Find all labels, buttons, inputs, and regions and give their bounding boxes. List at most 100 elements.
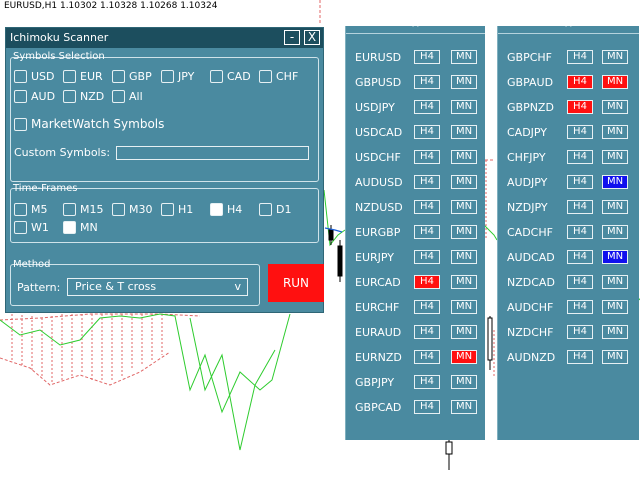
checkbox-box[interactable] — [161, 70, 174, 83]
signal-h4-button[interactable]: H4 — [414, 75, 440, 89]
timeframe-checkbox-h4[interactable]: H4 — [210, 203, 242, 216]
symbol-name[interactable]: EURNZD — [355, 351, 402, 364]
symbol-name[interactable]: GBPAUD — [507, 76, 553, 89]
signal-h4-button[interactable]: H4 — [414, 175, 440, 189]
pattern-select[interactable]: Price & T cross v — [67, 278, 248, 296]
symbol-name[interactable]: GBPJPY — [355, 376, 394, 389]
signal-h4-button[interactable]: H4 — [567, 200, 593, 214]
symbol-name[interactable]: NZDCHF — [507, 326, 554, 339]
checkbox-box[interactable] — [259, 203, 272, 216]
signal-mn-button[interactable]: MN — [451, 100, 477, 114]
currency-checkbox-aud[interactable]: AUD — [14, 90, 55, 103]
signal-mn-button[interactable]: MN — [451, 175, 477, 189]
signal-mn-button[interactable]: MN — [602, 325, 628, 339]
signal-mn-button[interactable]: MN — [602, 200, 628, 214]
checkbox-box[interactable] — [63, 70, 76, 83]
signal-h4-button[interactable]: H4 — [414, 200, 440, 214]
symbol-name[interactable]: EURAUD — [355, 326, 401, 339]
timeframe-checkbox-mn[interactable]: MN — [63, 221, 98, 234]
currency-checkbox-jpy[interactable]: JPY — [161, 70, 194, 83]
signal-h4-button[interactable]: H4 — [567, 300, 593, 314]
currency-checkbox-cad[interactable]: CAD — [210, 70, 251, 83]
symbol-name[interactable]: CADJPY — [507, 126, 547, 139]
symbol-name[interactable]: USDCHF — [355, 151, 401, 164]
signal-mn-button[interactable]: MN — [451, 400, 477, 414]
checkbox-box[interactable] — [14, 203, 27, 216]
symbol-name[interactable]: AUDCHF — [507, 301, 553, 314]
minimize-button[interactable]: - — [284, 30, 300, 45]
marketwatch-checkbox[interactable]: MarketWatch Symbols — [14, 117, 164, 131]
signal-mn-button[interactable]: MN — [451, 125, 477, 139]
signal-mn-button[interactable]: MN — [451, 275, 477, 289]
signal-mn-button[interactable]: MN — [602, 100, 628, 114]
signal-mn-button[interactable]: MN — [602, 50, 628, 64]
signal-h4-button[interactable]: H4 — [567, 100, 593, 114]
signal-mn-button[interactable]: MN — [602, 250, 628, 264]
signal-h4-button[interactable]: H4 — [414, 100, 440, 114]
signal-mn-button[interactable]: MN — [451, 225, 477, 239]
signal-h4-button[interactable]: H4 — [567, 125, 593, 139]
signal-mn-button[interactable]: MN — [602, 350, 628, 364]
checkbox-box[interactable] — [112, 70, 125, 83]
checkbox-box[interactable] — [161, 203, 174, 216]
symbol-name[interactable]: NZDUSD — [355, 201, 403, 214]
signal-h4-button[interactable]: H4 — [567, 175, 593, 189]
timeframe-checkbox-m30[interactable]: M30 — [112, 203, 153, 216]
signal-h4-button[interactable]: H4 — [414, 350, 440, 364]
signal-h4-button[interactable]: H4 — [414, 275, 440, 289]
timeframe-checkbox-w1[interactable]: W1 — [14, 221, 49, 234]
timeframe-checkbox-m5[interactable]: M5 — [14, 203, 48, 216]
signal-h4-button[interactable]: H4 — [567, 75, 593, 89]
symbol-name[interactable]: NZDJPY — [507, 201, 548, 214]
checkbox-box[interactable] — [63, 221, 76, 234]
symbol-name[interactable]: AUDJPY — [507, 176, 547, 189]
signal-mn-button[interactable]: MN — [602, 175, 628, 189]
signal-h4-button[interactable]: H4 — [414, 125, 440, 139]
symbol-name[interactable]: EURCAD — [355, 276, 401, 289]
signal-mn-button[interactable]: MN — [451, 375, 477, 389]
symbol-name[interactable]: EURCHF — [355, 301, 399, 314]
symbol-name[interactable]: CHFJPY — [507, 151, 546, 164]
signal-mn-button[interactable]: MN — [451, 250, 477, 264]
signal-mn-button[interactable]: MN — [602, 275, 628, 289]
signal-h4-button[interactable]: H4 — [414, 250, 440, 264]
symbol-name[interactable]: NZDCAD — [507, 276, 555, 289]
timeframe-checkbox-h1[interactable]: H1 — [161, 203, 193, 216]
signal-mn-button[interactable]: MN — [602, 300, 628, 314]
signal-h4-button[interactable]: H4 — [414, 400, 440, 414]
symbol-name[interactable]: GBPNZD — [507, 101, 554, 114]
currency-checkbox-chf[interactable]: CHF — [259, 70, 298, 83]
dialog-titlebar[interactable]: Ichimoku Scanner - X — [6, 28, 323, 48]
checkbox-box[interactable] — [14, 221, 27, 234]
symbol-name[interactable]: GBPCHF — [507, 51, 552, 64]
signal-mn-button[interactable]: MN — [451, 325, 477, 339]
signal-h4-button[interactable]: H4 — [567, 225, 593, 239]
signal-mn-button[interactable]: MN — [602, 225, 628, 239]
signal-h4-button[interactable]: H4 — [567, 250, 593, 264]
collapse-up-icon[interactable]: ^ — [498, 24, 639, 34]
signal-mn-button[interactable]: MN — [451, 50, 477, 64]
checkbox-box[interactable] — [210, 70, 223, 83]
signal-mn-button[interactable]: MN — [451, 350, 477, 364]
signal-h4-button[interactable]: H4 — [414, 300, 440, 314]
symbol-name[interactable]: GBPUSD — [355, 76, 401, 89]
checkbox-box[interactable] — [14, 90, 27, 103]
signal-mn-button[interactable]: MN — [451, 150, 477, 164]
symbol-name[interactable]: USDJPY — [355, 101, 395, 114]
symbol-name[interactable]: EURJPY — [355, 251, 394, 264]
checkbox-box[interactable] — [14, 70, 27, 83]
close-button[interactable]: X — [304, 30, 320, 45]
signal-mn-button[interactable]: MN — [451, 300, 477, 314]
symbol-name[interactable]: EURGBP — [355, 226, 400, 239]
signal-h4-button[interactable]: H4 — [414, 225, 440, 239]
symbol-name[interactable]: AUDCAD — [507, 251, 555, 264]
signal-h4-button[interactable]: H4 — [414, 150, 440, 164]
currency-checkbox-eur[interactable]: EUR — [63, 70, 103, 83]
signal-h4-button[interactable]: H4 — [567, 325, 593, 339]
currency-checkbox-gbp[interactable]: GBP — [112, 70, 152, 83]
signal-h4-button[interactable]: H4 — [414, 375, 440, 389]
symbol-name[interactable]: EURUSD — [355, 51, 401, 64]
checkbox-box[interactable] — [210, 203, 223, 216]
symbol-name[interactable]: GBPCAD — [355, 401, 401, 414]
timeframe-checkbox-d1[interactable]: D1 — [259, 203, 291, 216]
